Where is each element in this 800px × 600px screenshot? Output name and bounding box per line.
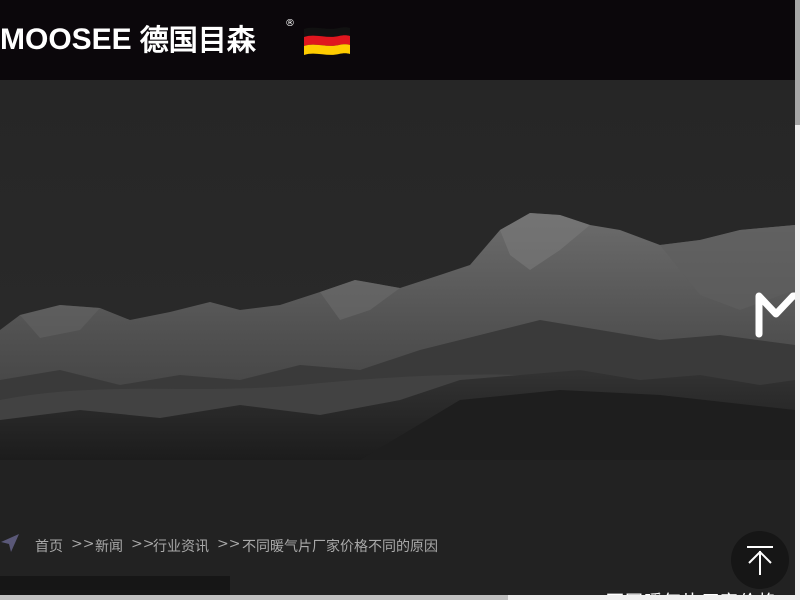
vertical-scrollbar-thumb[interactable] [795, 0, 800, 125]
breadcrumb-item-industry[interactable]: 行业资讯 [153, 536, 209, 556]
germany-flag-icon [304, 27, 350, 55]
breadcrumb-link-industry[interactable]: 行业资讯 [153, 539, 209, 555]
registered-mark: ® [285, 18, 295, 29]
location-arrow-icon [1, 534, 19, 552]
site-logo[interactable]: MOOSEE 德国目森 ® [0, 18, 295, 58]
hero-banner [0, 80, 795, 460]
breadcrumb-item-home[interactable]: 首页 [35, 536, 63, 556]
breadcrumb-separator: >> [71, 536, 95, 552]
breadcrumb-link-news[interactable]: 新闻 [95, 539, 123, 555]
breadcrumb-link-home[interactable]: 首页 [35, 539, 63, 555]
moosee-m-logo-icon [755, 292, 795, 338]
breadcrumb-separator: >> [131, 536, 155, 552]
site-header: MOOSEE 德国目森 ® 首页 关于 产品 [0, 0, 795, 80]
back-to-top-button[interactable] [731, 531, 789, 589]
arrow-up-top-icon [747, 546, 773, 575]
breadcrumb-item-news[interactable]: 新闻 [95, 536, 123, 556]
page: MOOSEE 德国目森 ® 首页 关于 产品 [0, 0, 800, 600]
mountain-banner-image [0, 80, 795, 460]
breadcrumb-separator: >> [217, 536, 241, 552]
logo-chinese-name: 德国目森 [139, 23, 256, 57]
horizontal-scrollbar-thumb[interactable] [0, 595, 508, 600]
logo-wordmark: MOOSEE [0, 23, 132, 56]
breadcrumb-current: 不同暖气片厂家价格不同的原因 [242, 539, 438, 555]
